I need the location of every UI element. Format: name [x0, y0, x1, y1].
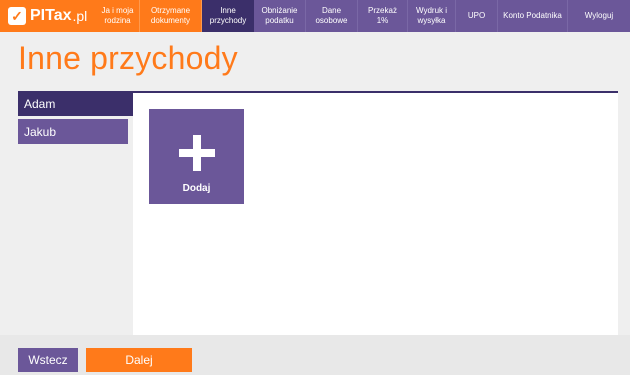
page-title: Inne przychody	[18, 40, 238, 76]
add-income-tile[interactable]: Dodaj	[149, 109, 244, 204]
checkmark-icon: ✓	[8, 7, 26, 25]
nav-item-ja-i-moja-rodzina[interactable]: Ja i moja rodzina	[96, 0, 140, 32]
nav-item-obnizanie-podatku[interactable]: Obniżanie podatku	[254, 0, 306, 32]
person-item-jakub[interactable]: Jakub	[18, 119, 128, 144]
plus-icon	[178, 135, 215, 171]
next-button[interactable]: Dalej	[86, 348, 192, 372]
person-list: Adam Jakub	[18, 91, 133, 147]
nav-item-wyloguj[interactable]: Wyloguj	[568, 0, 630, 32]
logo-text: PITax	[30, 7, 72, 24]
add-tile-label: Dodaj	[182, 183, 211, 194]
nav-item-inne-przychody[interactable]: Inne przychody	[202, 0, 254, 32]
nav-item-wydruk-i-wysylka[interactable]: Wydruk i wysyłka	[408, 0, 456, 32]
main-nav: Ja i moja rodzina Otrzymane dokumenty In…	[96, 0, 630, 32]
logo-suffix: .pl	[72, 8, 88, 24]
nav-item-konto-podatnika[interactable]: Konto Podatnika	[498, 0, 568, 32]
nav-item-otrzymane-dokumenty[interactable]: Otrzymane dokumenty	[140, 0, 202, 32]
nav-item-upo[interactable]: UPO	[456, 0, 498, 32]
person-item-adam[interactable]: Adam	[18, 91, 133, 116]
income-content-panel: Dodaj	[133, 91, 618, 335]
nav-item-dane-osobowe[interactable]: Dane osobowe	[306, 0, 358, 32]
top-navigation-bar: ✓ PITax .pl Ja i moja rodzina Otrzymane …	[0, 0, 630, 32]
pitax-logo[interactable]: ✓ PITax .pl	[0, 0, 96, 32]
nav-item-przekaz-1[interactable]: Przekaż 1%	[358, 0, 408, 32]
back-button[interactable]: Wstecz	[18, 348, 78, 372]
